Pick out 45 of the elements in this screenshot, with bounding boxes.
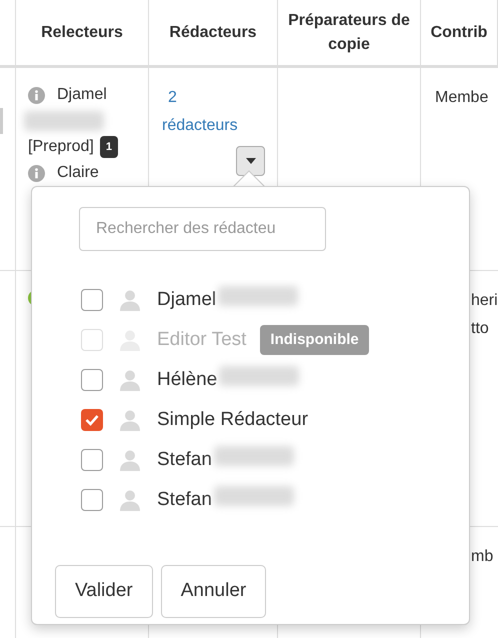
reviewer-tag: [Preprod]	[28, 134, 94, 160]
editor-option[interactable]: Hélène	[81, 360, 401, 400]
person-icon	[119, 289, 141, 311]
editor-name: Stefan	[157, 448, 212, 472]
action-button[interactable]: Annuler	[160, 565, 266, 618]
row-handle[interactable]	[0, 108, 3, 134]
caret-icon	[246, 158, 256, 164]
contributor-text: Membe	[435, 88, 490, 108]
editors-link[interactable]: rédacteurs	[162, 112, 238, 140]
person-icon	[119, 449, 141, 471]
reviewer-name: Djamel	[57, 85, 107, 105]
person-icon	[119, 489, 141, 511]
editor-name: Stefan	[157, 488, 212, 512]
contributor-text: mb	[470, 547, 494, 567]
checkbox[interactable]	[81, 489, 103, 511]
editor-name: Simple Rédacteur	[157, 408, 308, 432]
unavailable-badge: Indisponible	[260, 324, 369, 356]
info-icon	[28, 86, 45, 104]
checkbox[interactable]	[81, 409, 103, 431]
column-header: Contrib	[430, 22, 488, 42]
search-field[interactable]: Rechercher des rédacteu	[79, 207, 326, 251]
editor-option[interactable]: Simple Rédacteur	[81, 400, 401, 440]
editor-name: Editor Test	[157, 328, 246, 352]
column-header: Rédacteurs	[169, 22, 257, 42]
checkbox[interactable]	[81, 369, 103, 391]
editors-link[interactable]: 2	[162, 84, 177, 112]
action-button[interactable]: Valider	[55, 565, 153, 618]
checkbox[interactable]	[81, 449, 103, 471]
person-icon	[119, 409, 141, 431]
editor-option[interactable]: Stefan	[81, 440, 401, 480]
contributor-text: tto	[470, 319, 490, 339]
column-header: Relecteurs	[41, 22, 123, 42]
contributor-text: heri	[470, 291, 498, 311]
editor-name: Djamel	[157, 288, 216, 312]
editor-option[interactable]: Djamel	[81, 280, 401, 320]
person-icon	[119, 369, 141, 391]
check-icon	[85, 414, 99, 426]
checkbox[interactable]	[81, 289, 103, 311]
reviewer-name: Claire	[57, 163, 99, 183]
count-badge: 1	[100, 136, 118, 158]
editor-name: Hélène	[157, 368, 218, 392]
dropdown-toggle[interactable]	[236, 146, 265, 176]
column-header: Préparateurs de copie	[287, 10, 411, 54]
info-icon	[28, 164, 45, 182]
editor-option[interactable]: Stefan	[81, 480, 401, 520]
